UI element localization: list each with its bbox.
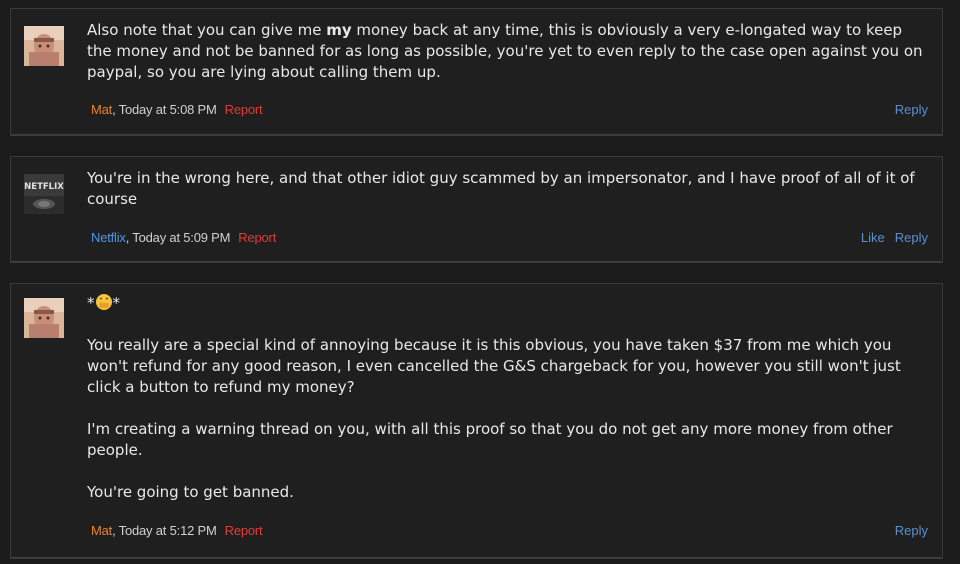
reply-link[interactable]: Reply — [895, 102, 928, 117]
report-link[interactable]: Report — [225, 102, 263, 117]
post-actions: Reply — [895, 102, 928, 117]
post-actions: Reply — [895, 523, 928, 538]
avatar-mat[interactable] — [24, 298, 64, 338]
reply-link[interactable]: Reply — [895, 523, 928, 538]
post-timestamp: , Today at 5:12 PM — [112, 523, 217, 538]
report-link[interactable]: Report — [238, 230, 276, 245]
post-mat-1: Also note that you can give me my money … — [10, 8, 943, 136]
reply-link[interactable]: Reply — [895, 230, 928, 245]
author-link[interactable]: Mat — [91, 523, 112, 538]
post-message: * * You really are a special kind of ann… — [87, 294, 901, 501]
face-with-hand-over-mouth-emoji-icon — [95, 294, 112, 310]
like-link[interactable]: Like — [861, 230, 885, 245]
post-meta: Mat, Today at 5:08 PM Report — [91, 102, 263, 117]
post-mat-2: * * You really are a special kind of ann… — [10, 283, 943, 559]
post-meta: Netflix, Today at 5:09 PM Report — [91, 230, 276, 245]
post-message: Also note that you can give me my money … — [87, 21, 923, 81]
post-message: You're in the wrong here, and that other… — [87, 169, 915, 208]
thread-feed: Also note that you can give me my money … — [0, 0, 960, 564]
post-netflix: NETFLIX You're in the wrong here, and th… — [10, 156, 943, 263]
author-link[interactable]: Netflix — [91, 230, 126, 245]
netflix-logo-text: NETFLIX — [24, 182, 64, 192]
post-timestamp: , Today at 5:08 PM — [112, 102, 217, 117]
bold-emphasis: my — [326, 21, 352, 39]
avatar-mat[interactable] — [24, 26, 64, 66]
post-actions: Like Reply — [861, 230, 928, 245]
author-link[interactable]: Mat — [91, 102, 112, 117]
report-link[interactable]: Report — [225, 523, 263, 538]
avatar-netflix[interactable]: NETFLIX — [24, 174, 64, 214]
post-timestamp: , Today at 5:09 PM — [125, 230, 231, 245]
post-meta: Mat, Today at 5:12 PM Report — [91, 523, 263, 538]
